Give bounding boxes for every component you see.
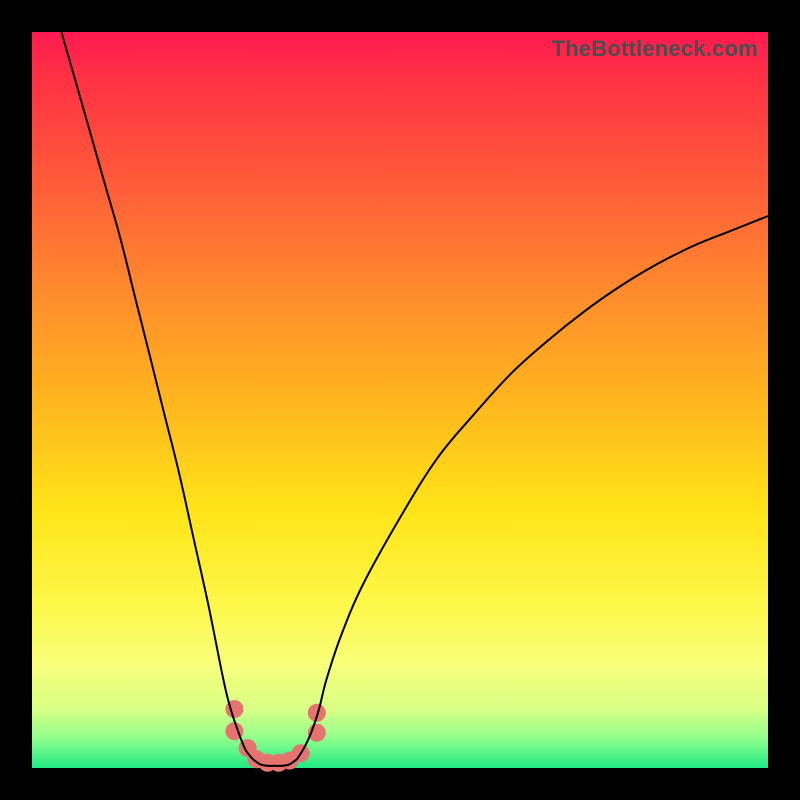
curve-right-path [297, 216, 768, 759]
chart-frame: TheBottleneck.com [0, 0, 800, 800]
chart-plot-area: TheBottleneck.com [32, 32, 768, 768]
curve-layer [32, 32, 768, 768]
curve-left-path [61, 32, 252, 759]
